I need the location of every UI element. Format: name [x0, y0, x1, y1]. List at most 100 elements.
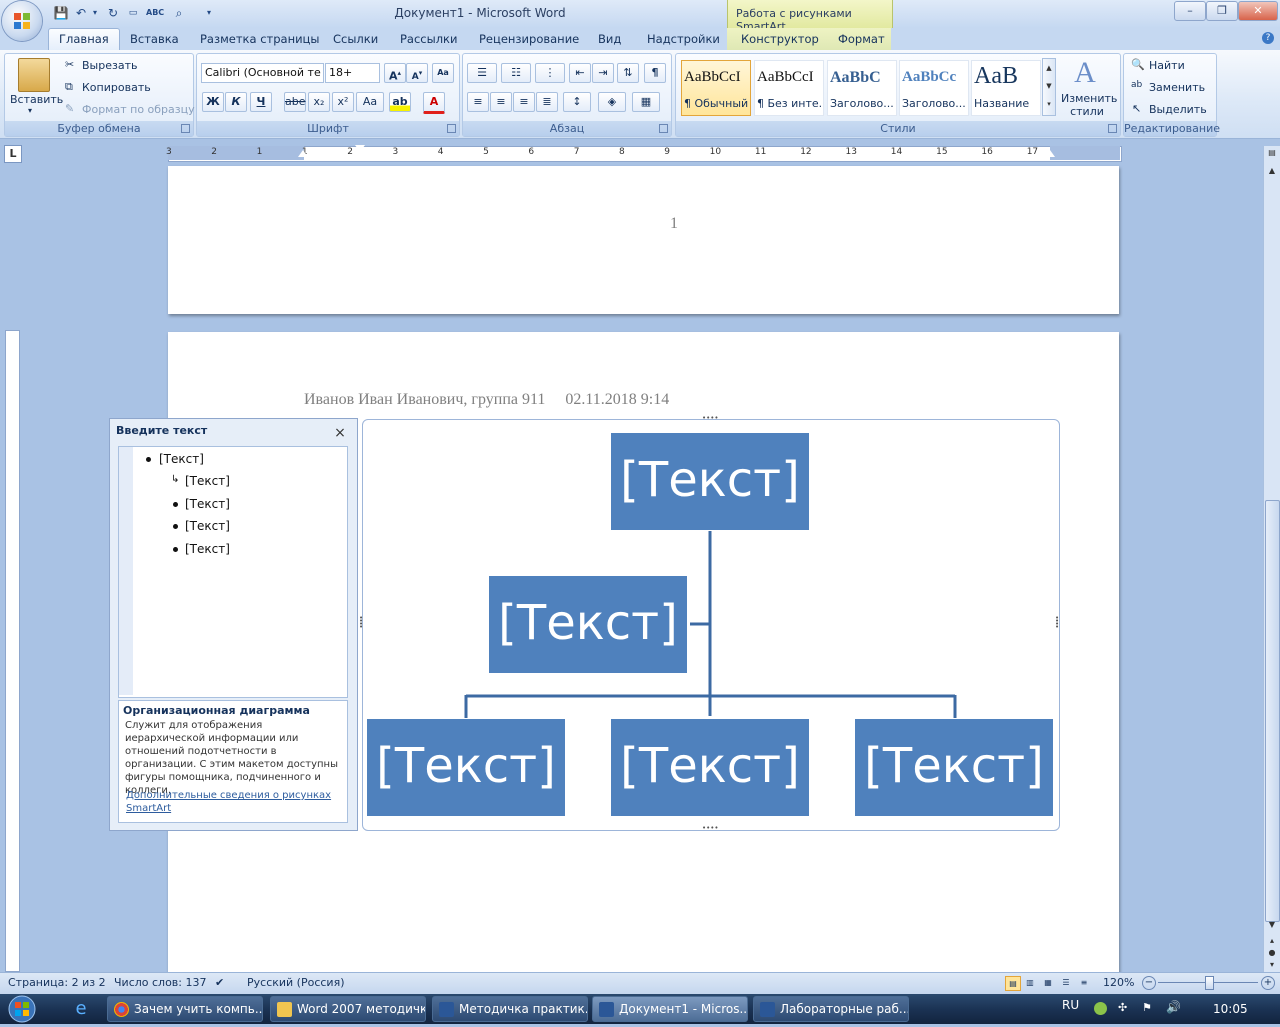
scroll-up-icon[interactable]: ▲: [1266, 166, 1278, 180]
copy-button[interactable]: Копировать: [82, 81, 151, 94]
tab-insert[interactable]: Вставка: [130, 32, 179, 46]
replace-button[interactable]: Заменить: [1149, 81, 1205, 94]
text-pane-item-5[interactable]: [Текст]: [185, 542, 230, 556]
styles-dialog-launcher[interactable]: [1108, 124, 1117, 133]
strikethrough-button[interactable]: abe: [284, 92, 306, 112]
paste-dropdown-icon[interactable]: ▾: [28, 106, 32, 115]
tab-selector[interactable]: L: [4, 145, 22, 163]
paragraph-dialog-launcher[interactable]: [659, 124, 668, 133]
style-normal[interactable]: AaBbCcI ¶ Обычный: [681, 60, 751, 116]
find-button[interactable]: Найти: [1149, 59, 1185, 72]
change-styles-icon[interactable]: A: [1070, 56, 1100, 89]
first-line-indent-marker[interactable]: [355, 145, 365, 152]
zoom-in-icon[interactable]: +: [1261, 976, 1275, 990]
vertical-ruler[interactable]: [5, 330, 20, 972]
superscript-button[interactable]: x²: [332, 92, 354, 112]
bold-button[interactable]: Ж: [202, 92, 224, 112]
tab-format[interactable]: Формат: [838, 32, 885, 46]
select-icon[interactable]: ↖: [1132, 102, 1141, 115]
smartart-help-link[interactable]: Дополнительные сведения о рисунках Smart…: [126, 789, 336, 815]
select-button[interactable]: Выделить: [1149, 103, 1207, 116]
full-screen-view-icon[interactable]: ▥: [1023, 976, 1037, 989]
right-indent-marker[interactable]: [1045, 150, 1055, 157]
cut-button[interactable]: Вырезать: [82, 59, 137, 72]
increase-indent-icon[interactable]: ⇥: [592, 63, 614, 83]
print-preview-icon[interactable]: ⌕: [170, 5, 188, 21]
tab-home[interactable]: Главная: [48, 28, 120, 51]
text-pane-item-2[interactable]: [Текст]: [185, 474, 230, 488]
next-page-icon[interactable]: ▾: [1266, 960, 1278, 972]
tab-addins[interactable]: Надстройки: [647, 32, 720, 46]
org-node-top[interactable]: [Текст]: [610, 432, 810, 531]
org-node-child-3[interactable]: [Текст]: [854, 718, 1054, 817]
taskbar-item-folder[interactable]: Word 2007 методичка: [270, 996, 426, 1022]
tab-design[interactable]: Конструктор: [741, 32, 819, 46]
text-pane-list[interactable]: [118, 446, 348, 698]
borders-icon[interactable]: ▦: [632, 92, 660, 112]
grow-font-icon[interactable]: A▴: [384, 63, 406, 83]
italic-button[interactable]: К: [225, 92, 247, 112]
internet-explorer-icon[interactable]: e: [70, 998, 92, 1020]
spelling-icon[interactable]: ABC: [146, 5, 164, 21]
proofing-icon[interactable]: ✔: [215, 976, 224, 989]
org-node-assistant[interactable]: [Текст]: [488, 575, 688, 674]
outline-view-icon[interactable]: ☰: [1059, 976, 1073, 989]
tab-review[interactable]: Рецензирование: [479, 32, 579, 46]
volume-icon[interactable]: 🔊: [1166, 1000, 1181, 1014]
org-node-child-1[interactable]: [Текст]: [366, 718, 566, 817]
font-name-combo[interactable]: Calibri (Основной те: [201, 63, 324, 83]
taskbar-item-word-1[interactable]: Методичка практик...: [432, 996, 588, 1022]
web-layout-view-icon[interactable]: ▦: [1041, 976, 1055, 989]
style-heading2[interactable]: AaBbCc Заголово...: [899, 60, 969, 116]
text-pane-item-3[interactable]: [Текст]: [185, 497, 230, 511]
text-pane-item-1[interactable]: [Текст]: [159, 452, 204, 466]
scroll-down-icon[interactable]: ▼: [1266, 920, 1278, 934]
style-heading1[interactable]: AaBbC Заголово...: [827, 60, 897, 116]
status-language[interactable]: Русский (Россия): [247, 976, 345, 989]
browse-object-icon[interactable]: ●: [1266, 948, 1278, 960]
tray-status-icon[interactable]: [1094, 1002, 1107, 1015]
draft-view-icon[interactable]: ≡: [1077, 976, 1091, 989]
horizontal-ruler[interactable]: [168, 146, 1122, 162]
highlight-icon[interactable]: ab: [389, 92, 411, 112]
start-button[interactable]: [2, 994, 42, 1024]
scrollbar-thumb[interactable]: [1265, 500, 1280, 922]
align-center-icon[interactable]: ≡: [490, 92, 512, 112]
office-button[interactable]: [2, 1, 42, 41]
align-left-icon[interactable]: ≡: [467, 92, 489, 112]
decrease-indent-icon[interactable]: ⇤: [569, 63, 591, 83]
copy-icon[interactable]: ⧉: [65, 80, 73, 94]
zoom-slider-thumb[interactable]: [1205, 976, 1214, 990]
justify-icon[interactable]: ≣: [536, 92, 558, 112]
font-size-combo[interactable]: 18+: [325, 63, 380, 83]
input-language[interactable]: RU: [1062, 998, 1079, 1012]
help-icon[interactable]: ?: [1262, 32, 1274, 44]
paste-icon[interactable]: [18, 58, 50, 92]
status-page[interactable]: Страница: 2 из 2: [8, 976, 106, 989]
style-title[interactable]: AaB Название: [971, 60, 1041, 116]
page-header-text[interactable]: Иванов Иван Иванович, группа 911 02.11.2…: [304, 391, 669, 409]
taskbar-item-chrome[interactable]: Зачем учить компь...: [107, 996, 263, 1022]
tray-tools-icon[interactable]: ✣: [1118, 1001, 1127, 1014]
new-document-icon[interactable]: ▭: [124, 5, 142, 21]
tab-page-layout[interactable]: Разметка страницы: [200, 32, 319, 46]
styles-scroll[interactable]: ▲ ▼ ▾: [1042, 58, 1056, 116]
shading-icon[interactable]: ◈: [598, 92, 626, 112]
taskbar-item-word-active[interactable]: Документ1 - Micros...: [592, 996, 748, 1022]
minimize-button[interactable]: –: [1174, 1, 1206, 21]
multilevel-list-icon[interactable]: ⋮: [535, 63, 565, 83]
tray-flag-icon[interactable]: ⚑: [1142, 1001, 1152, 1014]
font-dialog-launcher[interactable]: [447, 124, 456, 133]
previous-page-icon[interactable]: ▴: [1266, 936, 1278, 948]
clear-format-icon[interactable]: Aa: [432, 63, 454, 83]
scissors-icon[interactable]: ✂: [65, 58, 74, 71]
show-marks-icon[interactable]: ¶: [644, 63, 666, 83]
tab-references[interactable]: Ссылки: [333, 32, 378, 46]
print-layout-view-icon[interactable]: ▤: [1005, 976, 1021, 991]
font-color-icon[interactable]: A: [423, 92, 445, 114]
tab-mailings[interactable]: Рассылки: [400, 32, 457, 46]
text-pane-close-button[interactable]: ×: [333, 426, 347, 440]
customize-qat-icon[interactable]: ▾: [200, 5, 218, 21]
change-case-button[interactable]: Aa: [356, 92, 384, 112]
underline-button[interactable]: Ч: [250, 92, 272, 112]
